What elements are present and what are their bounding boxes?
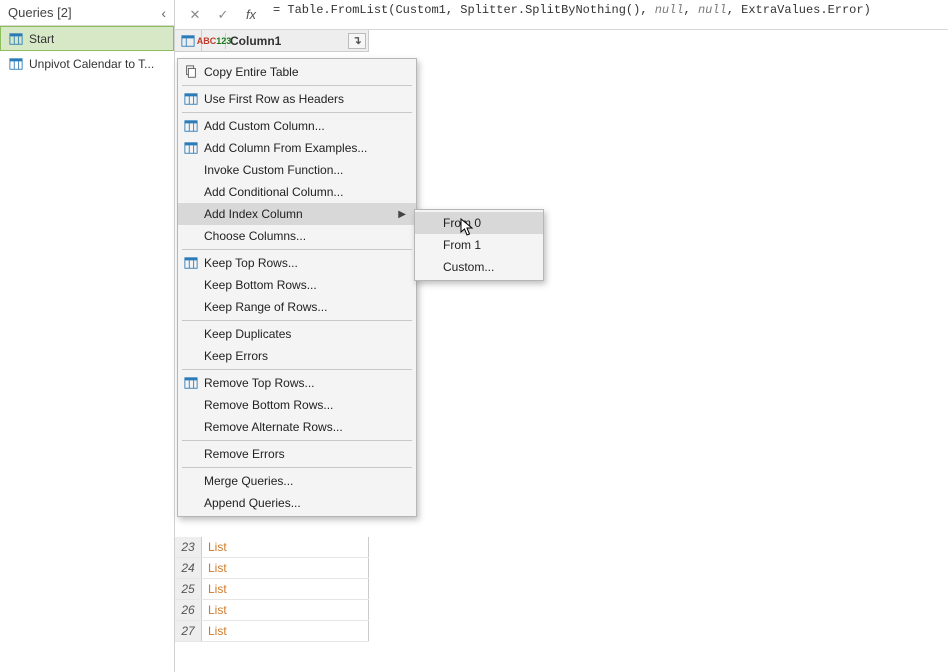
menu-item-label: Add Custom Column...	[204, 119, 406, 133]
menu-item[interactable]: Append Queries...	[178, 492, 416, 514]
cell[interactable]: List	[202, 621, 369, 641]
menu-item[interactable]: Add Column From Examples...	[178, 137, 416, 159]
menu-item-label: Append Queries...	[204, 496, 406, 510]
menu-item-label: Remove Alternate Rows...	[204, 420, 406, 434]
row-index: 26	[175, 600, 202, 620]
table-icon	[9, 57, 23, 71]
formula-bar: ✕ ✓ fx = Table.FromList(Custom1, Splitte…	[175, 0, 948, 30]
menu-separator	[182, 85, 412, 86]
menu-item-label: Keep Range of Rows...	[204, 300, 406, 314]
menu-item-label: Copy Entire Table	[204, 65, 406, 79]
menu-item[interactable]: Use First Row as Headers	[178, 88, 416, 110]
table-row[interactable]: 23 List	[175, 537, 369, 558]
cell[interactable]: List	[202, 558, 369, 578]
formula-fx-button[interactable]: fx	[237, 2, 265, 28]
menu-item-label: Remove Errors	[204, 447, 406, 461]
table-row[interactable]: 24 List	[175, 558, 369, 579]
table-row[interactable]: 26 List	[175, 600, 369, 621]
menu-item-label: Keep Errors	[204, 349, 406, 363]
table-icon	[178, 141, 204, 155]
query-item-unpivot[interactable]: Unpivot Calendar to T...	[0, 51, 174, 76]
context-menu: Copy Entire Table Use First Row as Header…	[177, 58, 417, 517]
table-icon	[178, 256, 204, 270]
formula-commit-button[interactable]: ✓	[209, 2, 237, 28]
menu-separator	[182, 249, 412, 250]
menu-item[interactable]: Remove Alternate Rows...	[178, 416, 416, 438]
column-header-column1[interactable]: ABC123 Column1	[202, 30, 369, 51]
table-header-row: ABC123 Column1	[175, 30, 369, 52]
table-icon	[178, 119, 204, 133]
table-icon	[178, 376, 204, 390]
menu-item-label: Add Conditional Column...	[204, 185, 406, 199]
submenu-item[interactable]: Custom...	[415, 256, 543, 278]
menu-item[interactable]: Choose Columns...	[178, 225, 416, 247]
menu-item-label: Merge Queries...	[204, 474, 406, 488]
formula-cancel-button[interactable]: ✕	[181, 2, 209, 28]
queries-title: Queries [2]	[8, 5, 72, 20]
column-filter-dropdown[interactable]	[348, 33, 366, 49]
menu-separator	[182, 320, 412, 321]
table-icon	[9, 32, 23, 46]
menu-item-label: Invoke Custom Function...	[204, 163, 406, 177]
row-index: 25	[175, 579, 202, 599]
menu-item[interactable]: Keep Bottom Rows...	[178, 274, 416, 296]
menu-item[interactable]: Keep Top Rows...	[178, 252, 416, 274]
any-type-icon: ABC123	[206, 33, 226, 49]
column-header-label: Column1	[230, 34, 281, 48]
menu-item[interactable]: Add Index Column▶	[178, 203, 416, 225]
menu-separator	[182, 369, 412, 370]
queries-header: Queries [2] ‹	[0, 0, 174, 26]
menu-item[interactable]: Add Custom Column...	[178, 115, 416, 137]
menu-separator	[182, 467, 412, 468]
menu-separator	[182, 112, 412, 113]
menu-item[interactable]: Copy Entire Table	[178, 61, 416, 83]
menu-item-label: Keep Bottom Rows...	[204, 278, 406, 292]
table-row[interactable]: 27 List	[175, 621, 369, 642]
cell[interactable]: List	[202, 600, 369, 620]
menu-item[interactable]: Keep Duplicates	[178, 323, 416, 345]
menu-item-label: Keep Top Rows...	[204, 256, 406, 270]
menu-item[interactable]: Add Conditional Column...	[178, 181, 416, 203]
menu-item-label: Choose Columns...	[204, 229, 406, 243]
submenu-item[interactable]: From 1	[415, 234, 543, 256]
submenu-item[interactable]: From 0	[415, 212, 543, 234]
row-index: 23	[175, 537, 202, 557]
menu-item[interactable]: Keep Range of Rows...	[178, 296, 416, 318]
cell[interactable]: List	[202, 537, 369, 557]
pane-collapse-icon[interactable]: ‹	[161, 5, 166, 21]
menu-item-label: Add Column From Examples...	[204, 141, 406, 155]
queries-pane: Queries [2] ‹ Start Unpivot Calendar to …	[0, 0, 175, 672]
table-body: 23 List 24 List 25 List 26 List 27 List	[175, 537, 369, 642]
copy-icon	[178, 65, 204, 79]
formula-input[interactable]: = Table.FromList(Custom1, Splitter.Split…	[265, 3, 948, 27]
menu-item-label: Keep Duplicates	[204, 327, 406, 341]
menu-item[interactable]: Keep Errors	[178, 345, 416, 367]
menu-item[interactable]: Remove Bottom Rows...	[178, 394, 416, 416]
menu-item-label: Use First Row as Headers	[204, 92, 406, 106]
context-submenu: From 0From 1Custom...	[414, 209, 544, 281]
menu-item[interactable]: Merge Queries...	[178, 470, 416, 492]
menu-item[interactable]: Invoke Custom Function...	[178, 159, 416, 181]
table-icon	[178, 92, 204, 106]
menu-item-label: Remove Bottom Rows...	[204, 398, 406, 412]
chevron-right-icon: ▶	[392, 209, 406, 220]
menu-separator	[182, 440, 412, 441]
menu-item[interactable]: Remove Top Rows...	[178, 372, 416, 394]
query-label: Unpivot Calendar to T...	[29, 57, 154, 71]
query-item-start[interactable]: Start	[0, 26, 174, 51]
menu-item[interactable]: Remove Errors	[178, 443, 416, 465]
row-index: 27	[175, 621, 202, 641]
menu-item-label: Add Index Column	[204, 207, 392, 221]
row-index: 24	[175, 558, 202, 578]
table-row[interactable]: 25 List	[175, 579, 369, 600]
query-label: Start	[29, 32, 54, 46]
menu-item-label: Remove Top Rows...	[204, 376, 406, 390]
cell[interactable]: List	[202, 579, 369, 599]
